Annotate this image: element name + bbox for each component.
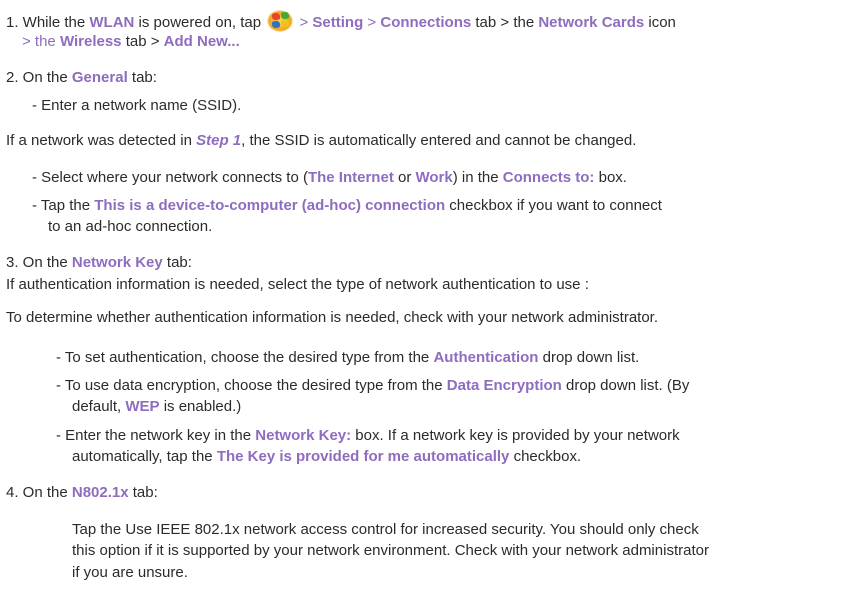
step4-para-line1: Tap the Use IEEE 802.1x network access c… bbox=[72, 521, 699, 538]
term-wep: WEP bbox=[125, 398, 160, 415]
text: - To set authentication, choose the desi… bbox=[56, 349, 434, 366]
text: 2. On the bbox=[6, 69, 72, 86]
step4-heading: 4. On the N802.1x tab: bbox=[6, 484, 158, 502]
term-network-cards: Network Cards bbox=[538, 14, 645, 31]
term-connects-to: Connects to: bbox=[502, 169, 595, 186]
text: automatically, tap the bbox=[72, 448, 217, 465]
text: tab: bbox=[127, 69, 157, 86]
step2-heading: 2. On the General tab: bbox=[6, 69, 157, 87]
term-the-internet: The Internet bbox=[307, 169, 394, 186]
term-add-new: Add New... bbox=[163, 33, 240, 50]
term-data-encryption: Data Encryption bbox=[446, 377, 562, 394]
term-network-key-tab: Network Key bbox=[71, 254, 163, 271]
text: drop down list. bbox=[538, 349, 640, 366]
text: tab > bbox=[121, 33, 164, 50]
term-n8021x: N802.1x bbox=[71, 484, 129, 501]
text: - To use data encryption, choose the des… bbox=[56, 377, 447, 394]
step3-heading: 3. On the Network Key tab: bbox=[6, 254, 192, 272]
text: checkbox if you want to connect bbox=[445, 197, 662, 214]
separator: > bbox=[363, 14, 381, 31]
text: tab: bbox=[162, 254, 192, 271]
step2-bullet-adhoc-cont: to an ad-hoc connection. bbox=[48, 218, 213, 235]
step2-bullet-connects: - Select where your network connects to … bbox=[32, 169, 627, 187]
step3-auth-intro: If authentication information is needed,… bbox=[6, 276, 589, 293]
term-authentication: Authentication bbox=[433, 349, 539, 366]
step2-bullet-ssid: - Enter a network name (SSID). bbox=[32, 97, 242, 114]
separator: > bbox=[295, 14, 313, 31]
step2-bullet-adhoc: - Tap the This is a device-to-computer (… bbox=[32, 197, 662, 215]
text: tab: bbox=[128, 484, 158, 501]
text: box. bbox=[594, 169, 627, 186]
term-work: Work bbox=[415, 169, 453, 186]
text: box. If a network key is provided by you… bbox=[351, 427, 680, 444]
text: ) in the bbox=[452, 169, 503, 186]
term-wlan: WLAN bbox=[89, 14, 135, 31]
text: - Select where your network connects to … bbox=[32, 169, 308, 186]
term-connections: Connections bbox=[380, 14, 472, 31]
text: If a network was detected in bbox=[6, 132, 197, 149]
step4-para-line3: if you are unsure. bbox=[72, 564, 188, 581]
step1-line2: > the Wireless tab > Add New... bbox=[22, 33, 240, 51]
text: - Tap the bbox=[32, 197, 95, 214]
text: 4. On the bbox=[6, 484, 72, 501]
term-wireless: Wireless bbox=[59, 33, 122, 50]
step3-auth-check: To determine whether authentication info… bbox=[6, 309, 659, 326]
term-setting: Setting bbox=[312, 14, 364, 31]
step4-para-line2: this option if it is supported by your n… bbox=[72, 542, 709, 559]
text: icon bbox=[644, 14, 676, 31]
text: is powered on, tap bbox=[134, 14, 266, 31]
step3-bullet-encryption-cont: default, WEP is enabled.) bbox=[72, 398, 241, 416]
text: - Enter the network key in the bbox=[56, 427, 256, 444]
text: , the SSID is automatically entered and … bbox=[241, 132, 637, 149]
text: 1. While the bbox=[6, 14, 90, 31]
step3-bullet-auth: - To set authentication, choose the desi… bbox=[56, 349, 639, 367]
windows-start-icon bbox=[267, 10, 294, 32]
text: is enabled.) bbox=[159, 398, 242, 415]
text: default, bbox=[72, 398, 126, 415]
text: tab > the bbox=[471, 14, 539, 31]
term-adhoc-checkbox: This is a device-to-computer (ad-hoc) co… bbox=[94, 197, 446, 214]
text: or bbox=[393, 169, 416, 186]
term-key-auto-checkbox: The Key is provided for me automatically bbox=[216, 448, 510, 465]
step3-bullet-key-cont: automatically, tap the The Key is provid… bbox=[72, 448, 581, 466]
term-general: General bbox=[71, 69, 128, 86]
step3-bullet-key: - Enter the network key in the Network K… bbox=[56, 427, 680, 445]
step1-line1: 1. While the WLAN is powered on, tap > S… bbox=[6, 10, 676, 32]
step2-note: If a network was detected in Step 1, the… bbox=[6, 132, 636, 150]
text: checkbox. bbox=[509, 448, 582, 465]
text: drop down list. (By bbox=[561, 377, 690, 394]
text: > the bbox=[22, 33, 60, 50]
term-network-key-box: Network Key: bbox=[255, 427, 352, 444]
step3-bullet-encryption: - To use data encryption, choose the des… bbox=[56, 377, 689, 395]
text: 3. On the bbox=[6, 254, 72, 271]
term-step1: Step 1 bbox=[196, 132, 242, 149]
